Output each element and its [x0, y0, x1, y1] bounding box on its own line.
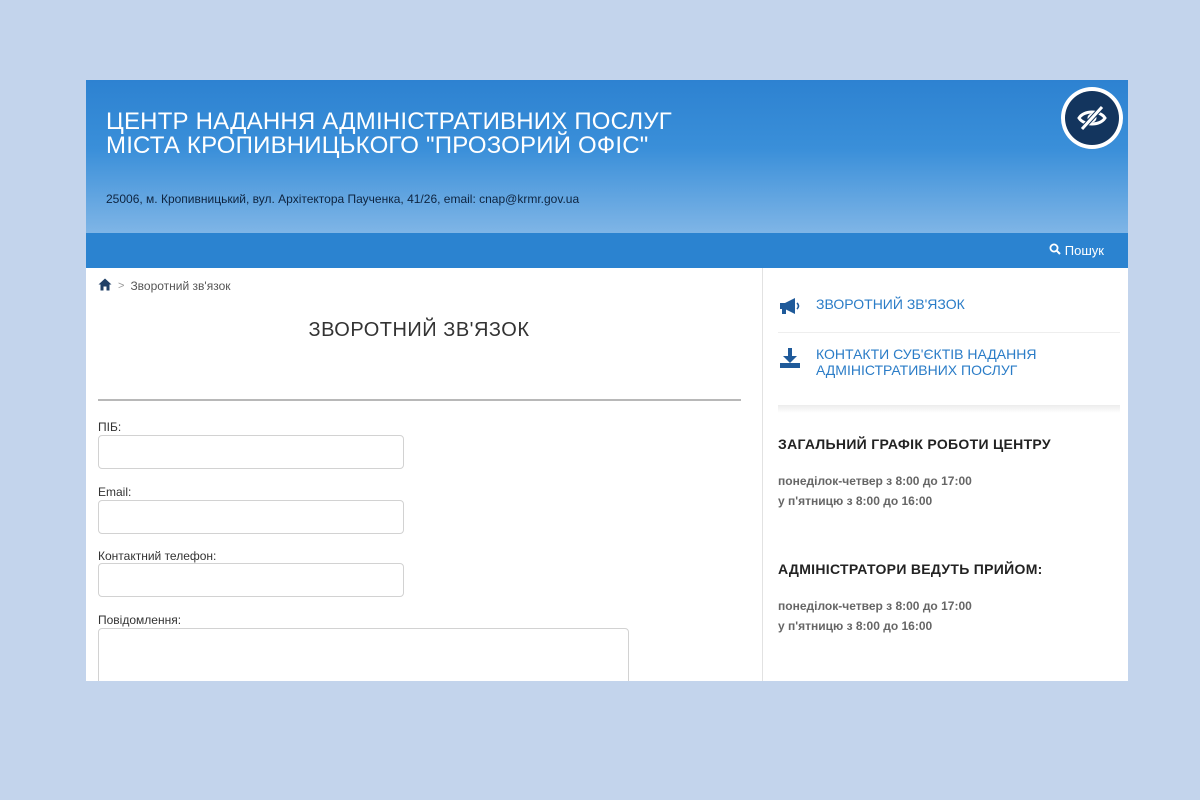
admins-schedule-line2: у п'ятницю з 8:00 до 16:00 — [778, 619, 933, 633]
center-schedule-heading: ЗАГАЛЬНИЙ ГРАФІК РОБОТИ ЦЕНТРУ — [778, 436, 1051, 452]
breadcrumb: > Зворотний зв'язок — [98, 278, 231, 294]
site-title[interactable]: ЦЕНТР НАДАННЯ АДМІНІСТРАТИВНИХ ПОСЛУГ МІ… — [106, 110, 672, 158]
breadcrumb-current: Зворотний зв'язок — [130, 279, 231, 293]
sidebar-link-feedback[interactable]: ЗВОРОТНИЙ ЗВ'ЯЗОК — [778, 296, 965, 319]
email-field-label: Email: — [98, 485, 132, 499]
search-link[interactable]: Пошук — [1049, 243, 1104, 258]
sidebar-separator — [778, 332, 1120, 333]
site-title-line2: МІСТА КРОПИВНИЦЬКОГО "ПРОЗОРИЙ ОФІС" — [106, 132, 649, 159]
sidebar-link-contacts-label-line1: КОНТАКТИ СУБ'ЄКТІВ НАДАННЯ — [816, 346, 1037, 362]
page-title: ЗВОРОТНИЙ ЗВ'ЯЗОК — [308, 319, 530, 341]
site-header: ЦЕНТР НАДАННЯ АДМІНІСТРАТИВНИХ ПОСЛУГ МІ… — [86, 80, 1128, 233]
message-field-label: Повідомлення: — [98, 613, 182, 627]
name-field[interactable] — [98, 435, 404, 469]
title-divider — [98, 399, 741, 401]
sidebar-link-contacts-label-line2: АДМІНІСТРАТИВНИХ ПОСЛУГ — [816, 362, 1018, 378]
center-schedule-line1: понеділок-четвер з 8:00 до 17:00 — [778, 474, 972, 488]
site-title-line1: ЦЕНТР НАДАННЯ АДМІНІСТРАТИВНИХ ПОСЛУГ — [106, 108, 672, 135]
name-field-label: ПІБ: — [98, 420, 122, 434]
site-address: 25006, м. Кропивницький, вул. Архітектор… — [106, 192, 580, 206]
admins-schedule-line1: понеділок-четвер з 8:00 до 17:00 — [778, 599, 972, 613]
phone-field-label: Контактний телефон: — [98, 549, 217, 563]
phone-field[interactable] — [98, 563, 404, 597]
breadcrumb-separator: > — [118, 280, 125, 292]
navbar: Пошук — [86, 233, 1128, 268]
admins-schedule-heading: АДМІНІСТРАТОРИ ВЕДУТЬ ПРИЙОМ: — [778, 561, 1043, 577]
email-field[interactable] — [98, 500, 404, 534]
sidebar: ЗВОРОТНИЙ ЗВ'ЯЗОК КОНТАКТИ СУБ'ЄКТІВ НАД… — [763, 268, 1128, 681]
megaphone-icon — [778, 296, 802, 319]
sidebar-link-contacts[interactable]: КОНТАКТИ СУБ'ЄКТІВ НАДАННЯ АДМІНІСТРАТИВ… — [778, 346, 1036, 378]
message-field[interactable] — [98, 628, 629, 681]
accessibility-button[interactable] — [1061, 87, 1123, 149]
eye-slash-icon — [1065, 91, 1119, 145]
download-icon — [778, 346, 802, 373]
schedule-box-top — [778, 405, 1120, 413]
home-icon[interactable] — [98, 278, 112, 294]
main-content: > Зворотний зв'язок ЗВОРОТНИЙ ЗВ'ЯЗОК ПІ… — [86, 268, 762, 681]
sidebar-link-feedback-label: ЗВОРОТНИЙ ЗВ'ЯЗОК — [816, 296, 965, 312]
website-frame: ЦЕНТР НАДАННЯ АДМІНІСТРАТИВНИХ ПОСЛУГ МІ… — [86, 80, 1128, 681]
center-schedule-line2: у п'ятницю з 8:00 до 16:00 — [778, 494, 933, 508]
search-icon — [1049, 243, 1061, 258]
search-label: Пошук — [1064, 243, 1104, 258]
